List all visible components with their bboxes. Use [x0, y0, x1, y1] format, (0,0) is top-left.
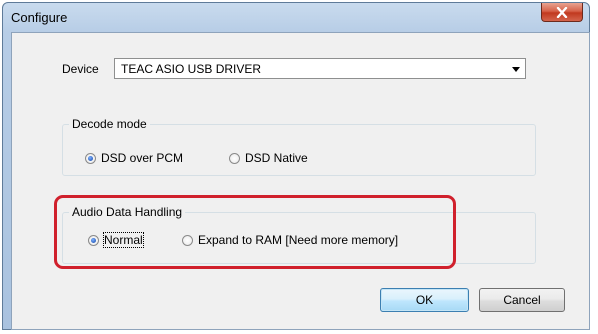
highlight-annotation: [54, 195, 456, 269]
close-button[interactable]: [541, 3, 583, 22]
radio-selected-icon: [85, 152, 96, 164]
decode-mode-group: Decode mode: [62, 117, 536, 176]
ok-button[interactable]: OK: [380, 288, 469, 312]
radio-label: DSD over PCM: [101, 151, 184, 165]
decode-mode-title: Decode mode: [69, 117, 150, 131]
radio-dsd-over-pcm[interactable]: DSD over PCM: [85, 151, 183, 165]
device-select-value: TEAC ASIO USB DRIVER: [121, 62, 262, 76]
radio-unselected-icon: [229, 152, 240, 164]
radio-label: DSD Native: [245, 151, 308, 165]
window-title: Configure: [11, 10, 68, 25]
close-icon: [556, 6, 568, 18]
device-select[interactable]: TEAC ASIO USB DRIVER: [114, 58, 526, 79]
cancel-button[interactable]: Cancel: [479, 288, 565, 312]
title-bar[interactable]: Configure: [3, 3, 589, 33]
radio-dsd-native[interactable]: DSD Native: [229, 151, 308, 165]
chevron-down-icon: [512, 67, 520, 72]
device-label: Device: [62, 62, 99, 76]
